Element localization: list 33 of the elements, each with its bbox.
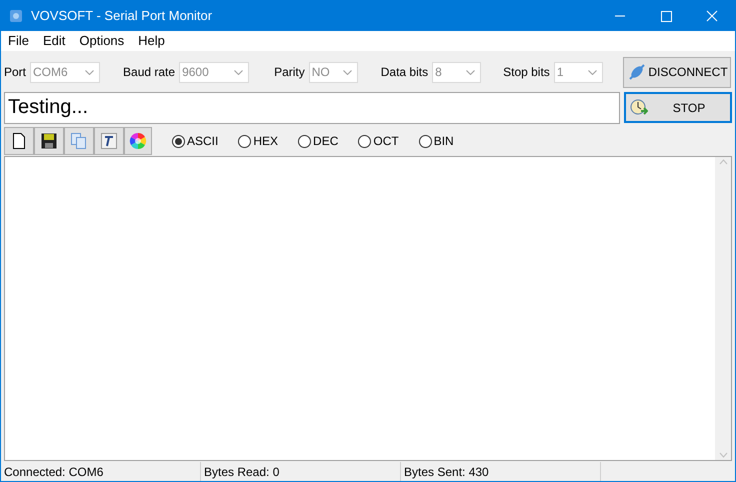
save-icon[interactable] <box>34 127 64 155</box>
new-file-icon[interactable] <box>4 127 34 155</box>
menu-item[interactable]: Options <box>72 31 132 51</box>
field-label: Stop bits <box>503 64 550 81</box>
app-icon <box>9 9 23 23</box>
send-field[interactable]: Testing... <box>4 92 620 124</box>
radio-button[interactable]: OCT <box>358 132 399 150</box>
field-label: Parity <box>274 64 305 81</box>
chevron-down-icon <box>234 70 244 74</box>
disconnect-button[interactable]: DISCONNECT <box>623 56 731 88</box>
menu-item[interactable]: Help <box>131 31 172 51</box>
field-label: Data bits <box>380 64 428 81</box>
radio-button[interactable]: DEC <box>298 132 338 150</box>
chevron-down-icon <box>588 70 597 74</box>
menu-item[interactable]: File <box>1 31 36 51</box>
field-label: Port <box>4 64 26 81</box>
field-label: Baud rate <box>123 64 176 81</box>
stop-button[interactable]: STOP <box>624 92 732 123</box>
clock-icon <box>630 98 648 116</box>
status-text: Bytes Read: 0 <box>201 462 401 481</box>
chevron-down-icon <box>342 70 352 74</box>
plug-icon <box>628 63 646 81</box>
radio-button[interactable]: HEX <box>238 132 278 150</box>
chevron-down-icon <box>85 70 94 74</box>
status-text: Bytes Sent: 430 <box>401 462 601 481</box>
menu-item[interactable]: Edit <box>36 31 72 51</box>
radio-button[interactable]: BIN <box>418 132 454 150</box>
status-text: Connected: COM6 <box>1 462 201 481</box>
color-wheel-icon[interactable] <box>124 127 152 155</box>
chevron-down-icon <box>466 70 476 74</box>
radio-button[interactable]: ASCII <box>172 132 218 150</box>
font-icon[interactable] <box>94 127 124 155</box>
window-title: VOVSOFT - Serial Port Monitor <box>31 7 212 26</box>
